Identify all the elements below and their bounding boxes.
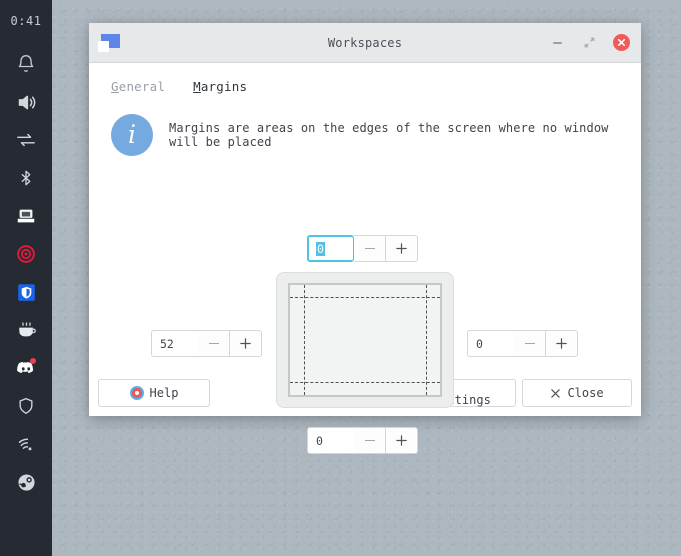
margins-panel: i Margins are areas on the edges of the …	[89, 96, 641, 454]
tab-general-label: eneral	[118, 79, 166, 94]
margin-left-value: 52	[160, 336, 174, 351]
margin-bottom-value: 0	[316, 433, 323, 448]
minus-icon	[364, 248, 375, 249]
margin-top-spinner[interactable]: 0	[307, 235, 418, 262]
plus-icon	[396, 243, 407, 254]
minus-icon	[364, 440, 375, 441]
margin-top-increase-button[interactable]	[386, 235, 418, 262]
close-dialog-button-label: Close	[567, 386, 604, 400]
window-controls	[547, 33, 631, 53]
minus-icon	[208, 343, 219, 344]
plus-icon	[556, 338, 567, 349]
maximize-icon	[584, 37, 594, 48]
margin-left-decrease-button[interactable]	[198, 330, 230, 357]
scanner-icon[interactable]	[8, 198, 44, 234]
margin-top-decrease-button[interactable]	[354, 235, 386, 262]
screen-margins-preview	[276, 272, 454, 408]
volume-icon[interactable]	[8, 84, 44, 120]
info-icon: i	[111, 114, 153, 156]
margin-bottom-decrease-button[interactable]	[354, 427, 386, 454]
tab-margins[interactable]: Margins	[193, 79, 247, 96]
steam-icon[interactable]	[8, 464, 44, 500]
margin-top-input[interactable]: 0	[307, 235, 354, 262]
workspaces-icon	[98, 33, 120, 52]
dialog-titlebar[interactable]: Workspaces	[89, 23, 641, 63]
tab-margins-mnemonic: M	[193, 79, 201, 94]
maximize-button[interactable]	[579, 33, 599, 53]
margin-guide-top	[290, 297, 440, 299]
tab-general-mnemonic: G	[111, 79, 119, 94]
minus-icon	[524, 343, 535, 344]
margin-top-value: 0	[316, 241, 325, 256]
notifications-bell-icon[interactable]	[8, 46, 44, 82]
info-banner: i Margins are areas on the edges of the …	[111, 114, 619, 156]
margin-right-decrease-button[interactable]	[514, 330, 546, 357]
monitor-screen	[288, 283, 442, 397]
margin-bottom-input[interactable]: 0	[307, 427, 354, 454]
record-target-icon[interactable]	[8, 236, 44, 272]
close-button[interactable]	[611, 33, 631, 53]
info-glyph: i	[128, 120, 136, 149]
close-x-icon	[551, 388, 561, 398]
margin-bottom-increase-button[interactable]	[386, 427, 418, 454]
close-icon	[612, 34, 630, 51]
close-dialog-button[interactable]: Close	[522, 379, 632, 407]
margin-right-value: 0	[476, 336, 483, 351]
margin-right-spinner[interactable]: 0	[467, 330, 578, 357]
system-tray-dock: 0:41	[0, 0, 52, 556]
margin-guide-left	[303, 285, 305, 395]
margin-guide-right	[425, 285, 427, 395]
help-button[interactable]: Help	[98, 379, 210, 407]
discord-icon[interactable]	[8, 350, 44, 386]
coffee-cup-icon[interactable]	[8, 312, 44, 348]
margin-bottom-spinner[interactable]: 0	[307, 427, 418, 454]
margin-right-input[interactable]: 0	[467, 330, 514, 357]
margin-left-input[interactable]: 52	[151, 330, 198, 357]
tab-margins-label: argins	[200, 79, 248, 94]
minimize-button[interactable]	[547, 33, 567, 53]
minimize-icon	[552, 41, 562, 44]
margin-guide-bottom	[290, 381, 440, 383]
tab-general[interactable]: General	[111, 79, 165, 96]
life-ring-icon	[129, 386, 144, 400]
bluetooth-icon[interactable]	[8, 160, 44, 196]
tray-clock: 0:41	[10, 14, 42, 28]
margin-right-increase-button[interactable]	[546, 330, 578, 357]
plus-icon	[240, 338, 251, 349]
help-button-label: Help	[149, 386, 179, 400]
shield-icon[interactable]	[8, 388, 44, 424]
network-transfer-icon[interactable]	[8, 122, 44, 158]
margin-left-increase-button[interactable]	[230, 330, 262, 357]
info-text: Margins are areas on the edges of the sc…	[169, 121, 609, 149]
margin-left-spinner[interactable]: 52	[151, 330, 262, 357]
bitwarden-shield-icon[interactable]	[8, 274, 44, 310]
workspaces-dialog: Workspaces General Margins i Margins are…	[89, 23, 641, 454]
wifi-icon[interactable]	[8, 426, 44, 462]
plus-icon	[396, 435, 407, 446]
discord-badge	[30, 358, 36, 364]
tab-bar: General Margins	[89, 63, 641, 96]
